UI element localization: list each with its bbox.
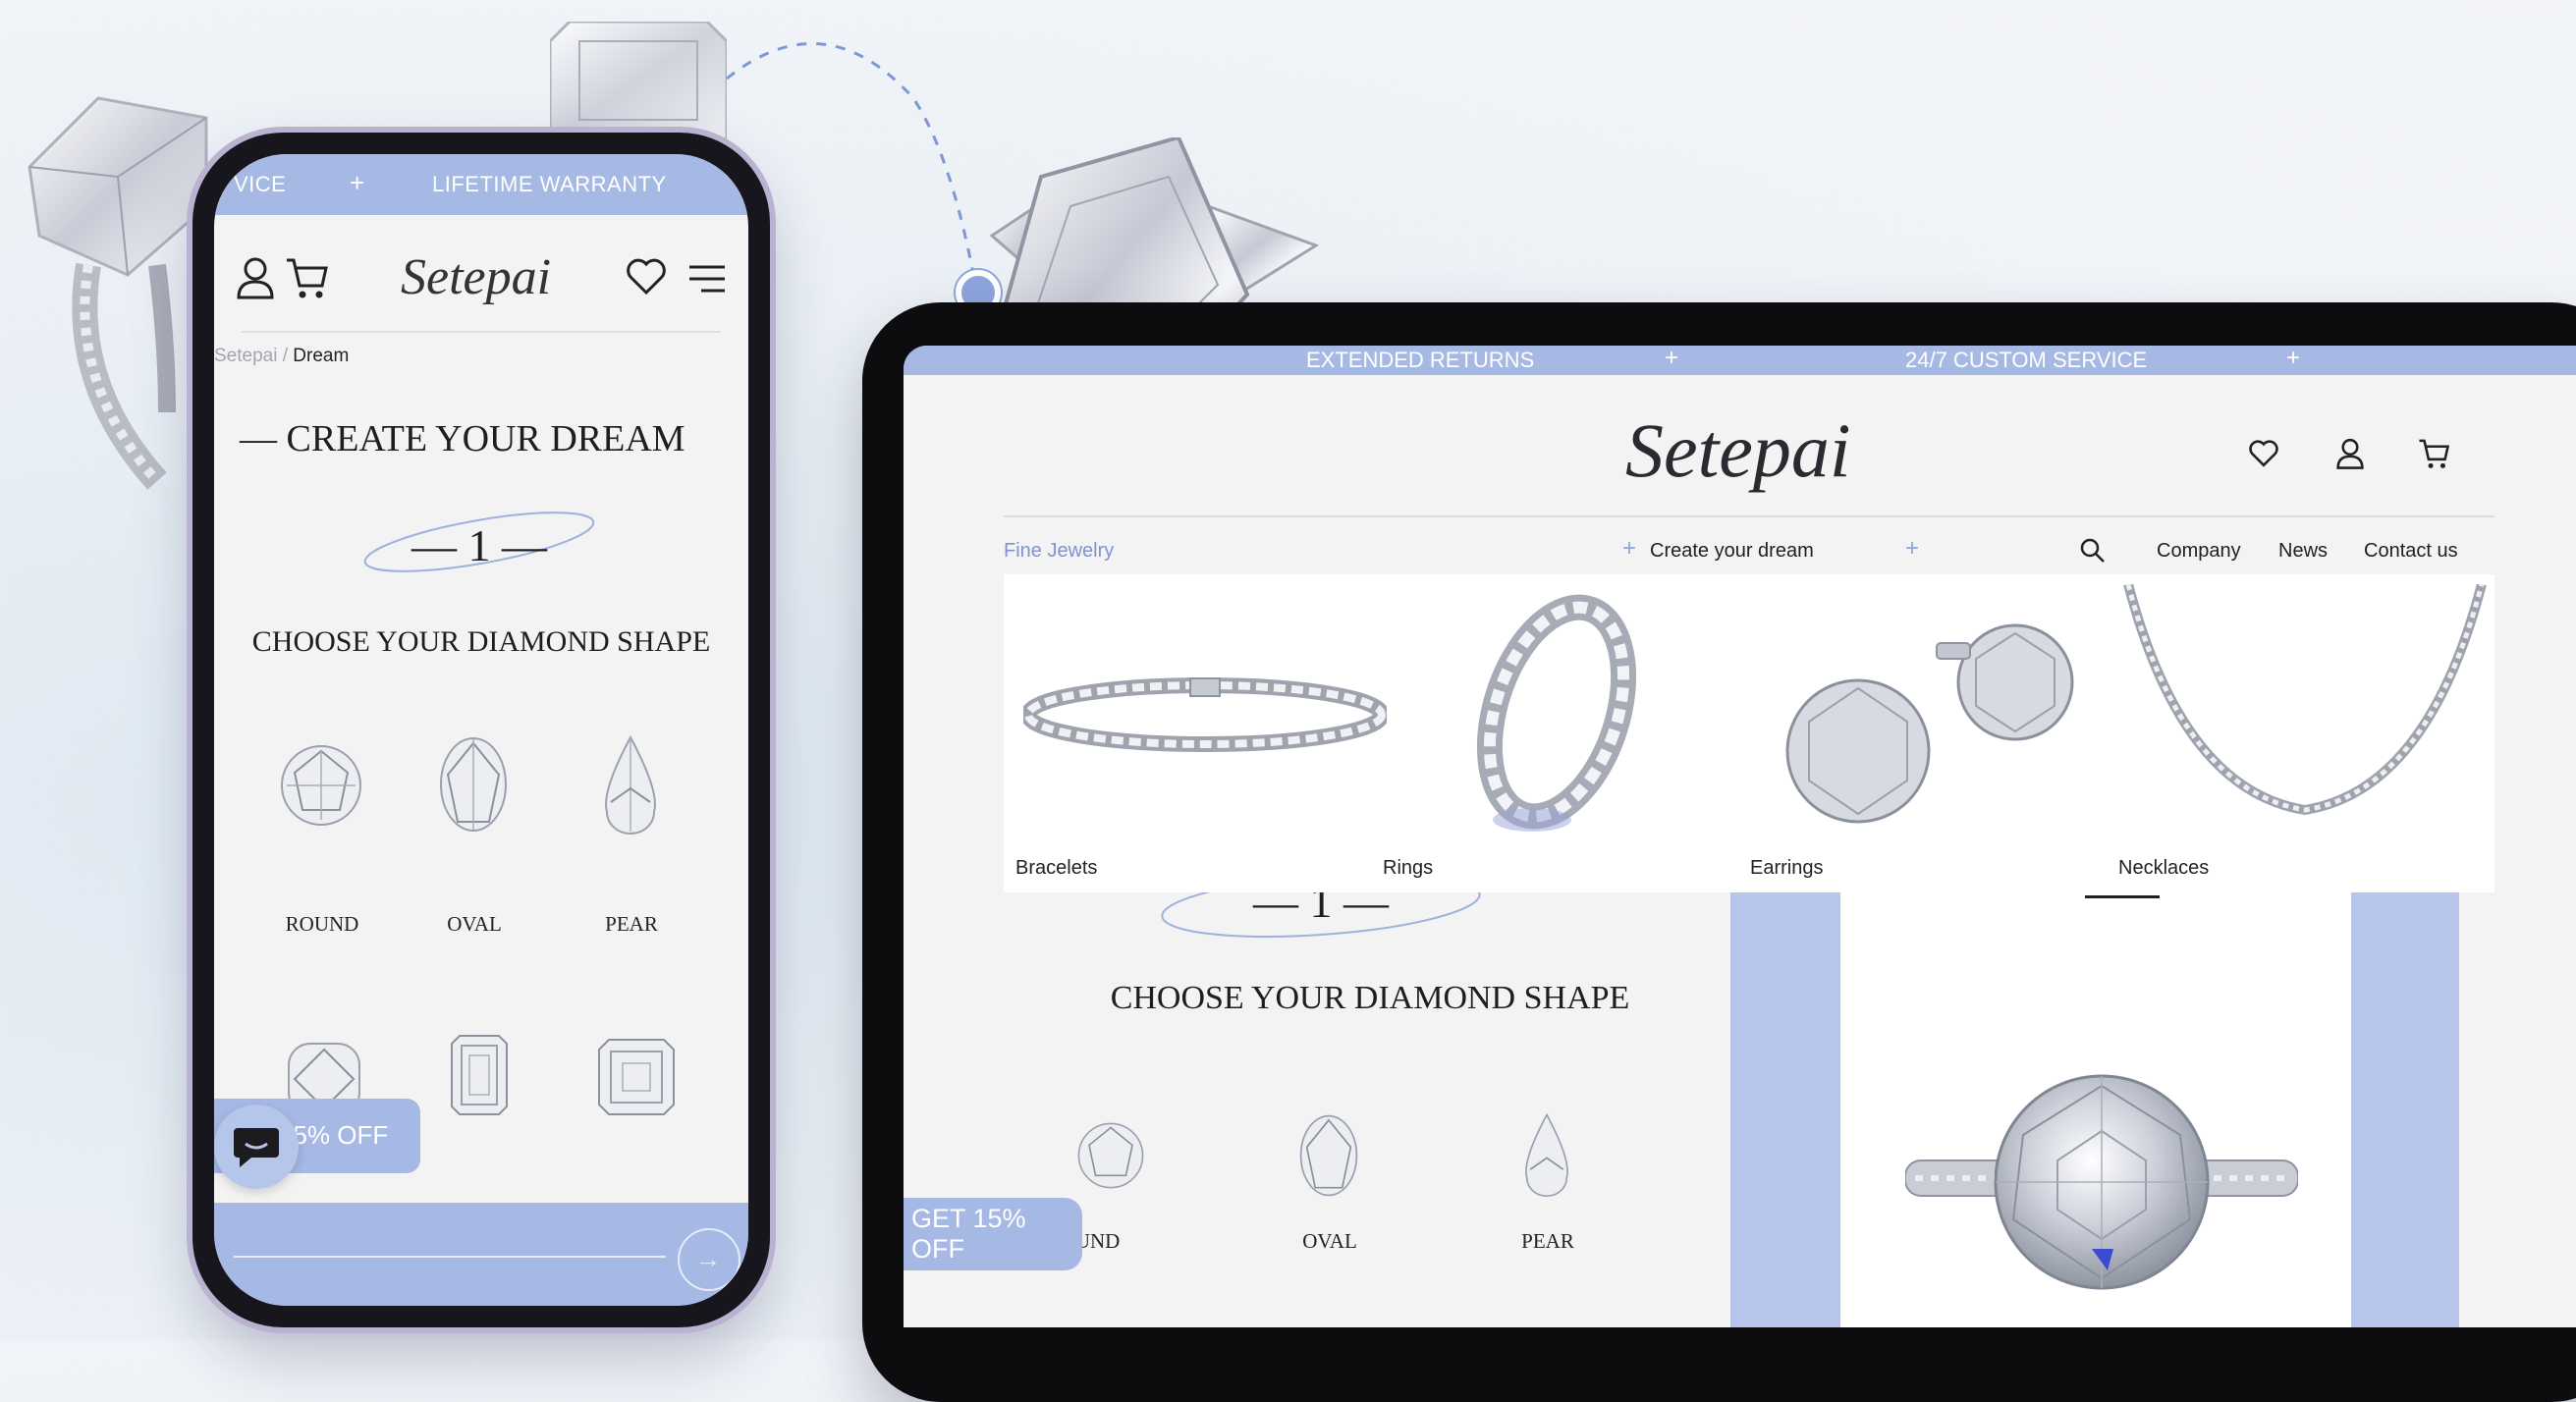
tablet-screen: EXTENDED RETURNS + 24/7 CUSTOM SERVICE +… [904, 346, 2576, 1327]
shape-label-oval: OVAL [447, 912, 502, 936]
nav-fine-jewelry[interactable]: Fine Jewelry [1004, 540, 1114, 563]
cart-icon[interactable] [2418, 438, 2449, 469]
phone-header: Setepai [214, 215, 748, 333]
tablet-shape-label-pear: PEAR [1521, 1229, 1574, 1253]
necklace-image[interactable] [2123, 584, 2487, 820]
banner-text-warranty: LIFETIME WARRANTY [432, 172, 667, 196]
breadcrumb-root[interactable]: Setepai [214, 346, 277, 366]
shape-label-round: ROUND [285, 912, 359, 936]
category-necklaces[interactable]: Necklaces [2118, 857, 2209, 880]
eternity-ring-image[interactable] [1473, 594, 1640, 849]
sparkle-icon: + [1622, 535, 1637, 562]
oval-diamond-icon[interactable] [438, 735, 509, 834]
bottom-progress-bar: → [214, 1203, 748, 1306]
banner-text-returns: EXTENDED RETURNS [1306, 348, 1535, 372]
phone-logo[interactable]: Setepai [401, 248, 551, 306]
asscher-diamond-icon[interactable] [597, 1038, 676, 1116]
tablet-device: EXTENDED RETURNS + 24/7 CUSTOM SERVICE +… [862, 302, 2576, 1402]
tablet-logo[interactable]: Setepai [1625, 406, 1851, 495]
nav-news[interactable]: News [2278, 540, 2328, 563]
category-rings[interactable]: Rings [1383, 857, 1433, 880]
phone-promo-banner: VICE + LIFETIME WARRANTY [214, 154, 748, 215]
next-step-button[interactable]: → [678, 1228, 740, 1291]
pear-diamond-icon[interactable] [599, 733, 662, 836]
header-divider [242, 331, 721, 333]
fine-jewelry-mega-menu: Bracelets Rings Earrings Necklaces [1004, 574, 2494, 892]
chat-button[interactable] [214, 1105, 299, 1189]
step-number: — 1 — [411, 520, 547, 570]
nav-contact-us[interactable]: Contact us [2364, 540, 2458, 563]
phone-device: VICE + LIFETIME WARRANTY Setepai Setepai… [192, 133, 770, 1327]
chat-icon [234, 1128, 279, 1167]
category-bracelets[interactable]: Bracelets [1015, 857, 1097, 880]
search-icon[interactable] [2080, 538, 2106, 564]
breadcrumb-current: Dream [293, 346, 350, 366]
solitaire-ring-image[interactable] [1905, 1052, 2298, 1327]
arrow-right-icon: → [695, 1244, 721, 1273]
tablet-step-title: CHOOSE YOUR DIAMOND SHAPE [1110, 980, 1630, 1016]
header-divider [1004, 515, 2494, 517]
pear-diamond-icon[interactable] [1520, 1111, 1573, 1198]
round-diamond-icon[interactable] [1076, 1121, 1145, 1190]
nav-create-your-dream[interactable]: Create your dream [1650, 540, 1814, 563]
shape-label-pear: PEAR [605, 912, 658, 936]
cart-icon[interactable] [285, 256, 328, 299]
earrings-image[interactable] [1760, 614, 2104, 839]
emerald-gem-decoration [550, 22, 727, 139]
wishlist-heart-icon[interactable] [627, 258, 666, 296]
breadcrumb: Setepai / Dream [214, 346, 349, 367]
sparkle-icon: + [350, 168, 365, 197]
section-title: — CREATE YOUR DREAM [240, 417, 685, 460]
carousel-indicator [2085, 895, 2160, 898]
account-icon[interactable] [2335, 438, 2365, 469]
wishlist-heart-icon[interactable] [2249, 440, 2278, 467]
account-icon[interactable] [236, 256, 275, 299]
bracelet-image[interactable] [1023, 661, 1387, 769]
step-number-value: 1 [467, 520, 491, 570]
accent-column-left [1730, 892, 1840, 1327]
progress-track [234, 1256, 666, 1258]
sparkle-icon: + [1665, 346, 1679, 371]
banner-text-service: 24/7 CUSTOM SERVICE [1905, 348, 2148, 372]
sparkle-icon: + [1905, 535, 1920, 562]
emerald-diamond-icon[interactable] [450, 1034, 509, 1116]
round-diamond-icon[interactable] [279, 743, 363, 828]
tablet-promo-label[interactable]: GET 15% OFF [911, 1204, 1082, 1265]
tablet-shape-label-oval: OVAL [1302, 1229, 1357, 1253]
category-earrings[interactable]: Earrings [1750, 857, 1823, 880]
tablet-promo-banner: EXTENDED RETURNS + 24/7 CUSTOM SERVICE + [904, 346, 2576, 375]
oval-diamond-icon[interactable] [1298, 1113, 1359, 1198]
tablet-promo-pill[interactable]: GET 15% OFF [904, 1198, 1082, 1270]
section-title-text: CREATE YOUR DREAM [286, 418, 685, 459]
sparkle-icon: + [2286, 346, 2301, 371]
banner-text-left: VICE [234, 172, 287, 196]
nav-company[interactable]: Company [2157, 540, 2241, 563]
breadcrumb-separator: / [282, 346, 289, 366]
phone-screen: VICE + LIFETIME WARRANTY Setepai Setepai… [214, 154, 748, 1306]
menu-icon[interactable] [689, 264, 725, 294]
title-dash: — [240, 418, 287, 459]
accent-column-right [2351, 892, 2459, 1327]
step-title: CHOOSE YOUR DIAMOND SHAPE [251, 625, 711, 658]
